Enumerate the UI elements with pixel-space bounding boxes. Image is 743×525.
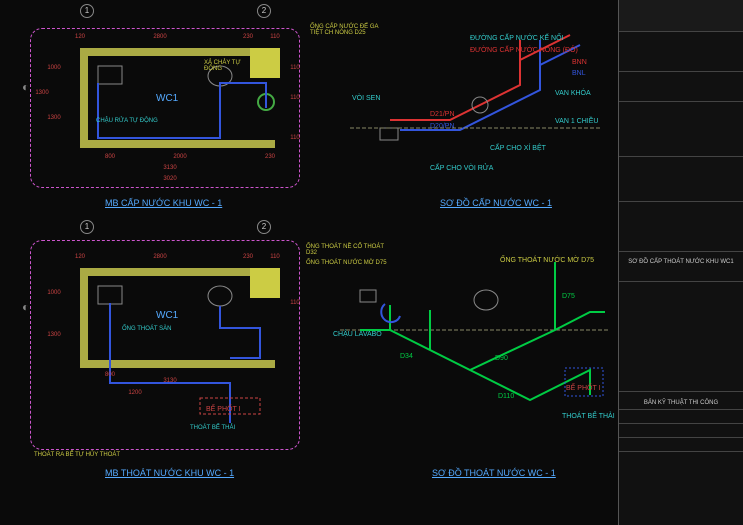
compass-icon: ◐: [22, 300, 29, 314]
bkt-label: BẢN KỸ THUẬT THI CÔNG: [619, 392, 743, 410]
iso1-title: SƠ ĐỒ CẤP NƯỚC WC - 1: [440, 198, 552, 208]
sb-scale: [619, 410, 743, 424]
dim: 3130: [150, 165, 190, 171]
note: CHẬU RỬA TỰ ĐỘNG: [96, 118, 166, 124]
t: THOÁT BỂ THẢI: [562, 411, 615, 420]
dim: 2800: [140, 254, 180, 260]
t: CẤP CHO XÍ BỆT: [490, 142, 547, 152]
dim: 2800: [140, 34, 180, 40]
lavabo-icon: [360, 290, 376, 302]
note: THOÁT RA BỂ TỰ HỦY THOÁT: [34, 452, 124, 458]
dim: 110: [265, 34, 285, 40]
sb-header: [619, 0, 743, 32]
sb-date: [619, 424, 743, 438]
plan2-fixtures: [80, 268, 300, 448]
bephot: BỂ PHỐT I: [206, 406, 241, 413]
sb-num: [619, 438, 743, 452]
dim: 1300: [44, 332, 64, 338]
dim: 3130: [150, 378, 190, 384]
toilet-icon: [208, 286, 232, 306]
sb-block: [619, 72, 743, 102]
t: ỐNG THOÁT NƯỚC MỜ D75: [500, 254, 594, 264]
lavabo-icon: [380, 128, 398, 140]
t: VAN KHÓA: [555, 88, 591, 97]
sb-block: [619, 282, 743, 392]
dim: 1300: [44, 115, 64, 121]
t: D90: [495, 355, 508, 362]
t: D34: [400, 353, 413, 360]
grid-bubble-2: 2: [257, 4, 271, 18]
iso1-diagram: ĐƯỜNG CẤP NƯỚC KẾ NỐI ĐƯỜNG CẤP NƯỚC NÓN…: [340, 20, 610, 190]
dim: 1000: [44, 65, 64, 71]
t: CHẬU LAVABO: [333, 329, 382, 338]
dim: 1200: [125, 390, 145, 396]
cad-canvas: 1 2 WC1 ◐ 120 2800 230 110 1000 1300 130…: [0, 0, 618, 525]
grid-bubble-2: 2: [257, 220, 271, 234]
t: CẤP CHO VÒI RỬA: [430, 162, 494, 172]
plan1-title: MB CẤP NƯỚC KHU WC - 1: [105, 198, 222, 208]
note: THOÁT BỂ THẢI: [190, 425, 240, 431]
dim: 1000: [44, 290, 64, 296]
sb-block: [619, 102, 743, 157]
dim: 120: [70, 254, 90, 260]
t: BỂ PHỐT I: [566, 382, 601, 392]
lavabo-icon: [98, 66, 122, 84]
dim: 230: [238, 34, 258, 40]
note: XẢ CHẢY TỰ ĐỘNG: [204, 60, 254, 72]
dim: 2000: [170, 154, 190, 160]
sb-block: [619, 157, 743, 202]
toilet-icon: [474, 290, 498, 310]
dim: 3020: [150, 176, 190, 182]
t: D21/PN: [430, 111, 455, 118]
drawing-title: SƠ ĐỒ CẤP THOÁT NƯỚC KHU WC1: [619, 252, 743, 282]
t: ĐƯỜNG CẤP NƯỚC NÓNG (ĐỎ): [470, 44, 578, 54]
dim: 110: [285, 65, 305, 71]
grid-bubble-1: 1: [80, 4, 94, 18]
t: ĐƯỜNG CẤP NƯỚC KẾ NỐI: [470, 32, 564, 42]
t: BNL: [572, 70, 586, 77]
compass-icon: ◐: [22, 80, 29, 94]
dim: 110: [285, 300, 305, 306]
t: D75: [562, 293, 575, 300]
note: ỐNG THOÁT SÀN: [122, 326, 192, 332]
supply-line: [98, 83, 266, 138]
lavabo-icon: [98, 286, 122, 304]
dim: 110: [285, 135, 305, 141]
dim: 230: [260, 154, 280, 160]
dim: 120: [70, 34, 90, 40]
t: BNN: [572, 59, 587, 66]
iso2-title: SƠ ĐỒ THOÁT NƯỚC WC - 1: [432, 468, 556, 478]
sb-notice: [619, 202, 743, 252]
title-block: SƠ ĐỒ CẤP THOÁT NƯỚC KHU WC1 BẢN KỸ THUẬ…: [618, 0, 743, 525]
grid-bubble-1: 1: [80, 220, 94, 234]
dim: 230: [238, 254, 258, 260]
t: D110: [498, 393, 514, 400]
plan2-title: MB THOÁT NƯỚC KHU WC - 1: [105, 468, 234, 478]
sb-block: [619, 32, 743, 72]
dim: 110: [265, 254, 285, 260]
dim: 800: [100, 154, 120, 160]
t: VAN 1 CHIỀU: [555, 115, 598, 125]
t: D20/PN: [430, 123, 455, 130]
dim: 1300: [32, 90, 52, 96]
t: VÒI SEN: [352, 93, 380, 102]
iso2-diagram: ỐNG THOÁT NƯỚC MỜ D75 CHẬU LAVABO BỂ PHỐ…: [330, 250, 620, 460]
dim: 800: [100, 372, 120, 378]
drain-line: [110, 303, 260, 423]
dim: 110: [285, 95, 305, 101]
